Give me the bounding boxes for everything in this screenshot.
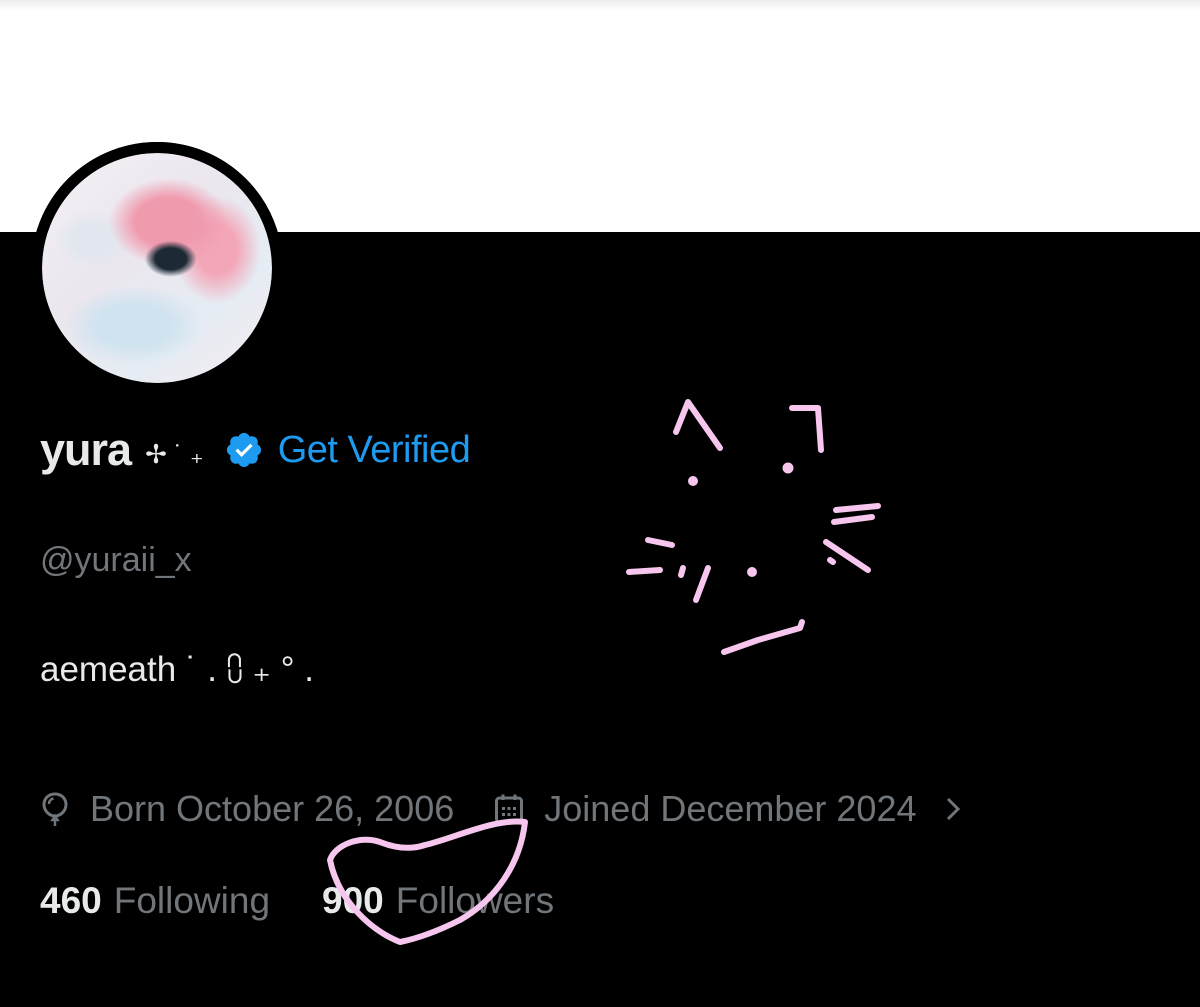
- profile-meta: Born October 26, 2006 Joined December 20…: [40, 786, 962, 832]
- birthdate-text: Born October 26, 2006: [90, 788, 455, 829]
- following-link[interactable]: 460 Following: [40, 880, 270, 922]
- verified-badge-icon[interactable]: [224, 430, 264, 470]
- followers-link[interactable]: 900 Followers: [322, 880, 554, 922]
- name-decoration: ✢ ˙ ₊: [145, 438, 204, 469]
- chevron-right-icon[interactable]: [944, 794, 962, 824]
- followers-count: 900: [322, 880, 384, 921]
- get-verified-link[interactable]: Get Verified: [278, 429, 471, 472]
- calendar-icon: [495, 794, 524, 824]
- joined-date-text: Joined December 2024: [544, 788, 917, 829]
- bio: aemeath ˙ . ⩇ ₊ ° .: [40, 650, 315, 689]
- name-row: yura ✢ ˙ ₊ Get Verified: [40, 420, 471, 480]
- followers-label: Followers: [395, 880, 555, 921]
- following-count: 460: [40, 880, 102, 921]
- following-label: Following: [113, 880, 271, 921]
- follow-stats: 460 Following 900 Followers: [40, 878, 554, 924]
- balloon-icon: [42, 792, 68, 826]
- display-name: yura: [40, 424, 132, 475]
- username-handle: @yuraii_x: [40, 541, 192, 579]
- avatar-border: [31, 142, 283, 394]
